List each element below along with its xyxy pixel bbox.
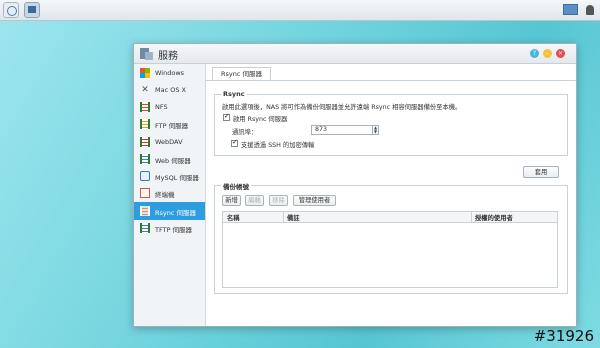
column-header-authorized-users[interactable]: 授權的使用者 <box>475 213 513 222</box>
column-divider[interactable] <box>283 212 284 222</box>
port-label: 通訊埠： <box>232 129 258 136</box>
sidebar-item-label: NFS <box>155 103 168 111</box>
column-divider[interactable] <box>471 212 472 222</box>
table-header: 名稱 備註 授權的使用者 <box>223 212 557 223</box>
column-header-name[interactable]: 名稱 <box>227 213 240 222</box>
window-titlebar[interactable]: 服務 ? – × <box>134 44 576 64</box>
sidebar-item-label: WebDAV <box>155 138 183 146</box>
window-title: 服務 <box>158 51 178 62</box>
tftp-icon <box>140 223 150 233</box>
backup-accounts-title: 備份帳號 <box>221 181 251 191</box>
sidebar-item-label: 終端機 <box>155 191 175 199</box>
sidebar-item-label: TFTP 伺服器 <box>155 226 193 234</box>
rsync-group-title: Rsync <box>221 90 247 98</box>
enable-rsync-checkbox[interactable] <box>223 112 230 121</box>
taskbar <box>0 0 600 21</box>
sidebar-item-mac-os-x[interactable]: ✕ Mac OS X <box>134 81 205 99</box>
backup-accounts-table[interactable]: 名稱 備註 授權的使用者 <box>222 211 558 288</box>
webdav-icon <box>140 137 150 147</box>
ftp-icon <box>140 119 150 129</box>
nfs-icon <box>140 102 150 112</box>
remove-button[interactable]: 移除 <box>269 195 288 206</box>
terminal-icon <box>140 188 150 198</box>
windows-icon <box>140 68 150 78</box>
edit-button[interactable]: 編輯 <box>245 195 264 206</box>
sidebar-item-label: FTP 伺服器 <box>155 122 189 130</box>
sidebar-item-ftp[interactable]: FTP 伺服器 <box>134 115 205 133</box>
taskbar-right <box>562 4 594 17</box>
add-button[interactable]: 新增 <box>222 195 241 206</box>
minimize-icon[interactable]: – <box>543 49 552 58</box>
sidebar-item-label: Mac OS X <box>155 86 186 94</box>
column-header-note[interactable]: 備註 <box>287 213 300 222</box>
user-icon[interactable] <box>586 5 594 15</box>
sidebar-item-label: Web 伺服器 <box>155 157 191 165</box>
services-icon <box>140 47 153 60</box>
apply-button[interactable]: 套用 <box>523 166 559 178</box>
port-input[interactable]: 873 <box>311 125 375 135</box>
tab-divider <box>205 80 576 81</box>
sidebar-item-label: Rsync 伺服器 <box>155 209 197 217</box>
keyboard-icon[interactable] <box>562 4 578 15</box>
sidebar-item-tftp[interactable]: TFTP 伺服器 <box>134 219 205 237</box>
mac-icon: ✕ <box>141 85 149 95</box>
sidebar-item-label: MySQL 伺服器 <box>155 174 199 182</box>
mysql-icon <box>140 171 150 181</box>
main-menu-button[interactable] <box>3 2 19 18</box>
control-panel-taskbar-button[interactable] <box>24 2 40 18</box>
sidebar-item-nfs[interactable]: NFS <box>134 98 205 116</box>
ssh-encryption-label: 支援透過 SSH 的加密傳輸 <box>241 142 315 149</box>
sidebar-item-rsync[interactable]: Rsync 伺服器 <box>134 202 205 220</box>
enable-rsync-label: 啟用 Rsync 伺服器 <box>233 116 288 123</box>
sidebar-item-mysql[interactable]: MySQL 伺服器 <box>134 167 205 185</box>
sidebar-item-terminal[interactable]: 終端機 <box>134 184 205 202</box>
port-stepper[interactable]: ▲ ▼ <box>372 125 379 135</box>
close-icon[interactable]: × <box>556 49 565 58</box>
watermark: #31926 <box>533 327 594 345</box>
tab-rsync-server[interactable]: Rsync 伺服器 <box>212 67 272 81</box>
rsync-icon <box>140 206 150 216</box>
manage-users-button[interactable]: 管理使用者 <box>293 195 336 206</box>
sidebar-item-web-server[interactable]: Web 伺服器 <box>134 150 205 168</box>
rsync-description: 啟用此選項後，NAS 將可作為備份伺服器並允許遠端 Rsync 相容伺服器備份至… <box>222 104 462 111</box>
help-icon[interactable]: ? <box>530 49 539 58</box>
ssh-encryption-checkbox[interactable] <box>231 138 238 147</box>
sidebar-item-windows[interactable]: Windows <box>134 64 205 82</box>
services-window: 服務 ? – × Windows ✕ Mac OS X NFS FTP 伺服器 … <box>133 43 577 327</box>
web-server-icon <box>140 154 150 164</box>
sidebar: Windows ✕ Mac OS X NFS FTP 伺服器 WebDAV We… <box>134 64 206 326</box>
sidebar-item-webdav[interactable]: WebDAV <box>134 133 205 151</box>
sidebar-item-label: Windows <box>155 69 185 77</box>
